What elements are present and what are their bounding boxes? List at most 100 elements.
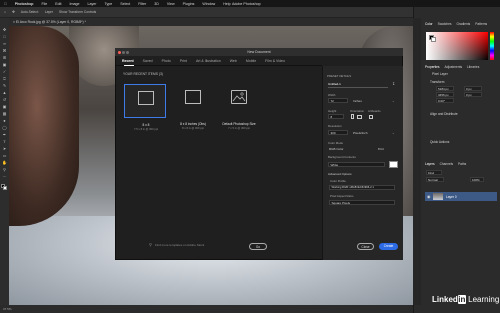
tab-libraries[interactable]: Libraries — [467, 65, 479, 69]
tab-patterns[interactable]: Patterns — [475, 22, 487, 26]
maximize-window-icon[interactable] — [126, 51, 129, 54]
path-select-tool-icon[interactable]: ➤ — [2, 147, 7, 151]
save-preset-icon[interactable]: ↧ — [392, 81, 395, 86]
bit-depth-select[interactable]: 8 bit — [378, 147, 384, 151]
stamp-tool-icon[interactable]: ▲ — [2, 91, 7, 95]
menu-filter[interactable]: Filter — [138, 2, 146, 6]
menu-plugins[interactable]: Plugins — [183, 2, 195, 6]
create-button[interactable]: Create — [379, 243, 398, 250]
tab-channels[interactable]: Channels — [440, 162, 453, 166]
minimize-window-icon[interactable] — [122, 51, 125, 54]
close-window-icon[interactable] — [118, 51, 121, 54]
blend-mode-select[interactable]: Normal — [426, 177, 444, 182]
shape-tool-icon[interactable]: ▭ — [2, 154, 7, 158]
preset-card[interactable]: Default Photoshop Size 7 x 5 in @ 300 pp… — [218, 84, 260, 130]
quick-select-tool-icon[interactable]: ⌘ — [2, 49, 7, 53]
document-tab[interactable]: × El Arco Rock.jpg @ 37.5% (Layer 0, RGB… — [13, 20, 86, 24]
show-transform-checkbox[interactable]: Show Transform Controls — [59, 10, 96, 14]
tab-swatches[interactable]: Swatches — [438, 22, 452, 26]
preset-card[interactable]: 8 x 8 7.5 x 8 in @ 300 ppi — [124, 84, 166, 131]
menu-window[interactable]: Window — [202, 2, 215, 6]
tab-paths[interactable]: Paths — [458, 162, 466, 166]
chevron-down-icon[interactable]: ⌄ — [392, 99, 395, 103]
width-unit-select[interactable]: Inches — [353, 99, 362, 103]
menu-edit[interactable]: Edit — [55, 2, 61, 6]
hand-tool-icon[interactable]: ✋ — [2, 161, 7, 165]
eye-icon[interactable]: ◉ — [427, 194, 431, 199]
tab-recent[interactable]: Recent — [122, 59, 134, 63]
healing-tool-icon[interactable]: ⎕ — [2, 77, 7, 81]
hue-slider[interactable] — [490, 32, 494, 60]
tab-mobile[interactable]: Mobile — [246, 59, 256, 63]
portrait-orientation-icon[interactable] — [351, 114, 354, 119]
tab-color[interactable]: Color — [425, 22, 433, 26]
eraser-tool-icon[interactable]: ▣ — [2, 105, 7, 109]
x-field[interactable]: 0 px — [464, 86, 482, 91]
pen-tool-icon[interactable]: ✒ — [2, 133, 7, 137]
menu-view[interactable]: View — [167, 2, 175, 6]
background-contents-select[interactable]: White — [328, 162, 385, 167]
menu-type[interactable]: Type — [104, 2, 112, 6]
tab-gradients[interactable]: Gradients — [456, 22, 470, 26]
width-field[interactable]: 5184 px — [436, 86, 454, 91]
document-name-field[interactable]: Untitled-1 — [328, 82, 341, 86]
zoom-tool-icon[interactable]: ⚲ — [2, 168, 7, 172]
close-button[interactable]: Close — [357, 243, 374, 250]
tab-photo[interactable]: Photo — [162, 59, 171, 63]
tab-saved[interactable]: Saved — [143, 59, 153, 63]
advanced-options-toggle[interactable]: Advanced Options — [328, 172, 352, 176]
layer-kind-filter[interactable]: Kind — [426, 170, 442, 175]
y-field[interactable]: 0 px — [464, 92, 482, 97]
type-tool-icon[interactable]: T — [2, 140, 7, 144]
artboards-checkbox[interactable] — [369, 115, 373, 119]
eyedropper-tool-icon[interactable]: ✓ — [2, 70, 7, 74]
menu-photoshop[interactable]: Photoshop — [15, 2, 34, 6]
width-input[interactable]: 72 — [328, 98, 348, 103]
stock-search-input[interactable]: Find more templates on Adobe Stock — [155, 243, 247, 249]
tab-film-video[interactable]: Film & Video — [265, 59, 285, 63]
preset-card[interactable]: 8 x 8 inches (Obs) 8 x 8 in @ 300 ppi — [172, 84, 214, 130]
resolution-unit-select[interactable]: Pixels/Inch — [353, 131, 368, 135]
background-color-swatch[interactable] — [389, 161, 398, 168]
pixel-aspect-select[interactable]: Square Pixels — [329, 200, 395, 205]
tab-web[interactable]: Web — [230, 59, 237, 63]
history-brush-tool-icon[interactable]: ↺ — [2, 98, 7, 102]
lasso-tool-icon[interactable]: ∞ — [2, 42, 7, 46]
height-input[interactable]: 8 — [328, 114, 344, 119]
tab-properties[interactable]: Properties — [425, 65, 440, 69]
tab-adjustments[interactable]: Adjustments — [445, 65, 463, 69]
crop-tool-icon[interactable]: ⊞ — [2, 56, 7, 60]
more-tools-icon[interactable]: ⋯ — [2, 175, 7, 179]
menu-file[interactable]: File — [41, 2, 47, 6]
menu-3d[interactable]: 3D — [154, 2, 159, 6]
align-heading[interactable]: Align and Distribute — [430, 112, 458, 116]
move-tool-icon[interactable]: ✥ — [2, 28, 7, 32]
quick-actions-heading[interactable]: Quick Actions — [430, 140, 449, 144]
layer-name[interactable]: Layer 0 — [446, 195, 457, 199]
menu-image[interactable]: Image — [69, 2, 79, 6]
auto-select-checkbox[interactable]: Auto-Select: — [21, 10, 39, 14]
marquee-tool-icon[interactable]: □ — [2, 35, 7, 39]
chevron-down-icon[interactable]: ⌄ — [392, 131, 395, 135]
tab-print[interactable]: Print — [180, 59, 187, 63]
landscape-orientation-icon[interactable] — [357, 115, 362, 119]
brush-tool-icon[interactable]: ✎ — [2, 84, 7, 88]
apple-icon[interactable]:  — [4, 2, 7, 6]
go-button[interactable]: Go — [249, 243, 267, 250]
transform-heading[interactable]: Transform — [430, 80, 444, 84]
menu-help[interactable]: Help — [223, 2, 230, 6]
height-field[interactable]: 3456 px — [436, 92, 454, 97]
opacity-field[interactable]: 100% — [470, 177, 484, 182]
frame-tool-icon[interactable]: ▣ — [2, 63, 7, 67]
background-swatch[interactable] — [431, 37, 436, 42]
tab-layers[interactable]: Layers — [425, 162, 435, 166]
background-color-swatch[interactable] — [3, 186, 7, 190]
tab-art-illustration[interactable]: Art & Illustration — [196, 59, 221, 63]
home-icon[interactable]: ⌂ — [4, 10, 6, 14]
menu-layer[interactable]: Layer — [87, 2, 96, 6]
blur-tool-icon[interactable]: ● — [2, 119, 7, 123]
menu-select[interactable]: Select — [120, 2, 130, 6]
dodge-tool-icon[interactable]: ◯ — [2, 126, 7, 130]
angle-field[interactable]: 0.00° — [436, 98, 454, 103]
color-profile-select[interactable]: Working RGB: sRGB IEC61966-2.1 — [329, 185, 395, 190]
